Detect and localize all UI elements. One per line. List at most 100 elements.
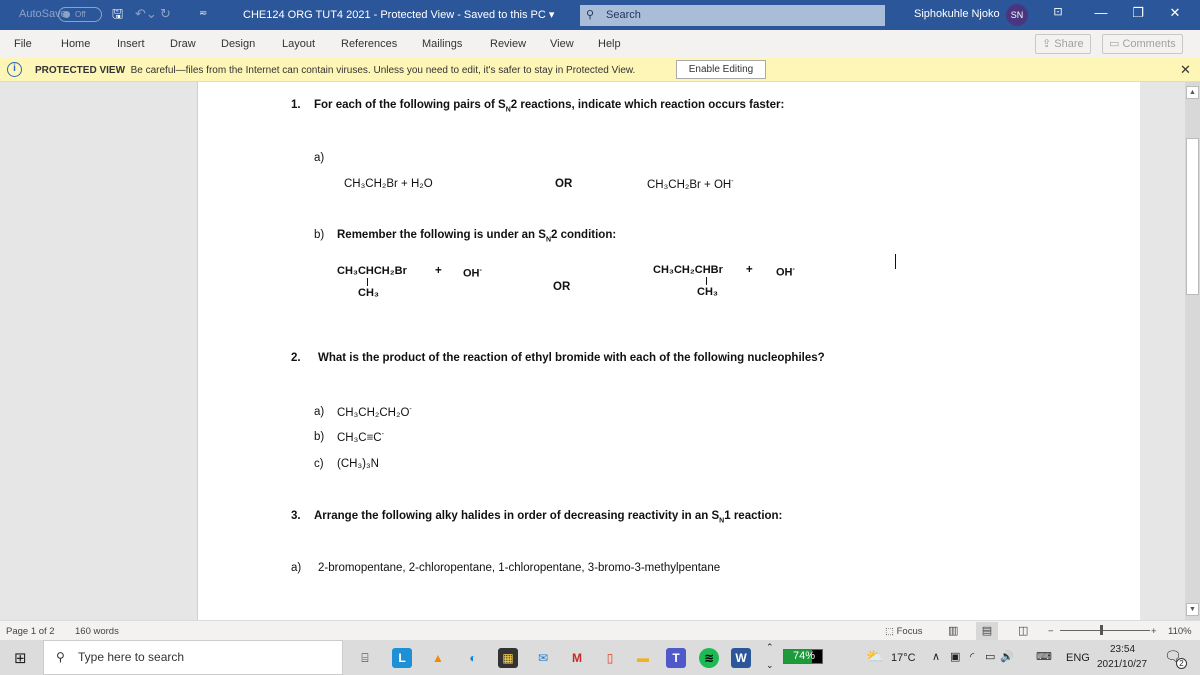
scroll-thumb[interactable] xyxy=(1186,138,1199,295)
q2c-label: c) xyxy=(314,458,324,470)
tab-draw[interactable]: Draw xyxy=(170,38,196,50)
app-l-icon[interactable]: L xyxy=(392,648,412,668)
save-icon[interactable]: 🖫 xyxy=(112,6,123,22)
close-protected-bar-icon[interactable]: ✕ xyxy=(1180,62,1191,78)
battery-icon[interactable]: ▭ xyxy=(985,650,995,663)
store-icon[interactable]: ▦ xyxy=(498,648,518,668)
ribbon-display-options-icon[interactable]: ⊡ xyxy=(1048,5,1068,18)
comments-button[interactable]: ▭ Comments xyxy=(1102,34,1183,54)
weather-icon[interactable]: ⛅ xyxy=(866,648,883,665)
language-indicator[interactable]: ENG xyxy=(1066,652,1090,664)
q1a-right-reaction: CH₃CH₂Br + OH- xyxy=(647,178,734,191)
battery-meter[interactable]: 74% xyxy=(783,649,823,664)
word-icon[interactable]: W xyxy=(731,648,751,668)
status-bar: Page 1 of 2 160 words ⬚ Focus ▥ ▤ ◫ − + … xyxy=(0,620,1200,640)
q1b-left-molecule: CH₃CHCH₂Br xyxy=(337,265,407,277)
undo-icon[interactable]: ↶⌄ xyxy=(135,6,157,22)
word-count[interactable]: 160 words xyxy=(75,626,119,637)
q1b-left-bond xyxy=(367,278,368,286)
read-mode-icon[interactable]: ▥ xyxy=(948,624,958,637)
page-count[interactable]: Page 1 of 2 xyxy=(6,626,55,637)
document-title[interactable]: CHE124 ORG TUT4 2021 - Protected View - … xyxy=(243,8,554,21)
tab-mailings[interactable]: Mailings xyxy=(422,38,462,50)
mail-icon[interactable]: ✉ xyxy=(533,648,553,668)
edge-icon[interactable]: ◐ xyxy=(463,648,483,668)
tab-help[interactable]: Help xyxy=(598,38,621,50)
office-icon[interactable]: ▯ xyxy=(600,648,620,668)
tab-view[interactable]: View xyxy=(550,38,574,50)
tab-review[interactable]: Review xyxy=(490,38,526,50)
zoom-in-icon[interactable]: + xyxy=(1151,626,1157,637)
tab-file[interactable]: File xyxy=(14,38,32,50)
document-page[interactable]: 1. For each of the following pairs of SN… xyxy=(197,82,1140,620)
zoom-slider[interactable] xyxy=(1060,630,1150,631)
share-button[interactable]: ⇪ Share xyxy=(1035,34,1091,54)
taskbar-search-input[interactable]: ⚲ Type here to search xyxy=(43,640,343,675)
q1b-text: Remember the following is under an SN2 c… xyxy=(337,229,617,244)
focus-button[interactable]: ⬚ Focus xyxy=(885,626,923,637)
vertical-scrollbar[interactable]: ▲ ▼ xyxy=(1185,82,1200,620)
protected-view-message: PROTECTED VIEW Be careful—files from the… xyxy=(35,65,635,76)
q2a-text: CH₃CH₂CH₂O- xyxy=(337,406,412,419)
tab-home[interactable]: Home xyxy=(61,38,90,50)
tray-app-icon[interactable]: ▣ xyxy=(950,650,960,663)
restore-icon[interactable]: ❐ xyxy=(1128,5,1148,21)
zoom-slider-thumb[interactable] xyxy=(1100,625,1103,635)
wifi-icon[interactable]: ◜ xyxy=(970,650,974,663)
enable-editing-button[interactable]: Enable Editing xyxy=(676,60,766,79)
customize-qat-icon[interactable]: ≂ xyxy=(199,6,207,22)
redo-icon[interactable]: ↻ xyxy=(160,6,171,22)
q1b-right-branch: CH₃ xyxy=(697,286,718,298)
show-hidden-icons[interactable]: ∧ xyxy=(932,650,940,663)
mcafee-icon[interactable]: M xyxy=(567,648,587,668)
q1b-right-bond xyxy=(706,277,707,285)
q1-number: 1. xyxy=(291,99,301,111)
q1b-right-molecule: CH₃CH₂CHBr xyxy=(653,264,723,276)
q3-text: Arrange the following alky halides in or… xyxy=(314,510,783,525)
clock-time[interactable]: 23:54 xyxy=(1110,644,1135,655)
keyboard-icon[interactable]: ⌨ xyxy=(1036,650,1052,663)
scroll-up-icon[interactable]: ▲ xyxy=(1186,86,1199,99)
tab-layout[interactable]: Layout xyxy=(282,38,315,50)
q2b-label: b) xyxy=(314,431,325,443)
print-layout-icon[interactable]: ▤ xyxy=(976,622,998,640)
tab-design[interactable]: Design xyxy=(221,38,255,50)
avatar[interactable]: SN xyxy=(1006,4,1028,26)
q3a-label: a) xyxy=(291,562,302,574)
scroll-apps-down-icon[interactable]: ⌄ xyxy=(766,660,774,671)
zoom-level[interactable]: 110% xyxy=(1168,626,1192,637)
spotify-icon[interactable]: ≋ xyxy=(699,648,719,668)
q2c-text: (CH₃)₃N xyxy=(337,458,379,470)
tab-insert[interactable]: Insert xyxy=(117,38,145,50)
text-cursor xyxy=(895,254,896,269)
scroll-apps-up-icon[interactable]: ⌃ xyxy=(766,642,774,653)
close-icon[interactable]: ✕ xyxy=(1165,5,1185,21)
temperature[interactable]: 17°C xyxy=(891,652,916,664)
zoom-out-icon[interactable]: − xyxy=(1048,626,1054,637)
user-name[interactable]: Siphokuhle Njoko xyxy=(914,8,1000,20)
q2-text: What is the product of the reaction of e… xyxy=(318,352,825,364)
search-input[interactable]: ⚲ Search xyxy=(580,5,885,26)
scroll-down-icon[interactable]: ▼ xyxy=(1186,603,1199,616)
taskbar-search-placeholder: Type here to search xyxy=(78,650,185,664)
protected-view-text: Be careful—files from the Internet can c… xyxy=(130,65,636,76)
q1b-right-nucleophile: OH- xyxy=(776,266,795,279)
search-placeholder: Search xyxy=(606,9,641,21)
teams-icon[interactable]: T xyxy=(666,648,686,668)
share-icon: ⇪ xyxy=(1042,38,1055,50)
minimize-icon[interactable]: — xyxy=(1091,5,1111,20)
vlc-icon[interactable]: ▲ xyxy=(428,648,448,668)
volume-icon[interactable]: 🔊 xyxy=(1000,650,1014,663)
focus-label: Focus xyxy=(896,626,923,637)
task-view-icon[interactable]: ⌸ xyxy=(355,648,375,668)
tab-references[interactable]: References xyxy=(341,38,397,50)
q1a-label: a) xyxy=(314,152,325,164)
q1b-left-branch: CH₃ xyxy=(358,287,379,299)
windows-start-icon[interactable]: ⊞ xyxy=(14,649,27,667)
clock-date[interactable]: 2021/10/27 xyxy=(1097,659,1147,670)
web-layout-icon[interactable]: ◫ xyxy=(1018,624,1028,637)
search-icon: ⚲ xyxy=(56,650,65,664)
q2b-text: CH₃C≡C- xyxy=(337,431,384,444)
file-explorer-icon[interactable]: ▬ xyxy=(633,648,653,668)
autosave-toggle[interactable]: Off xyxy=(58,7,102,22)
